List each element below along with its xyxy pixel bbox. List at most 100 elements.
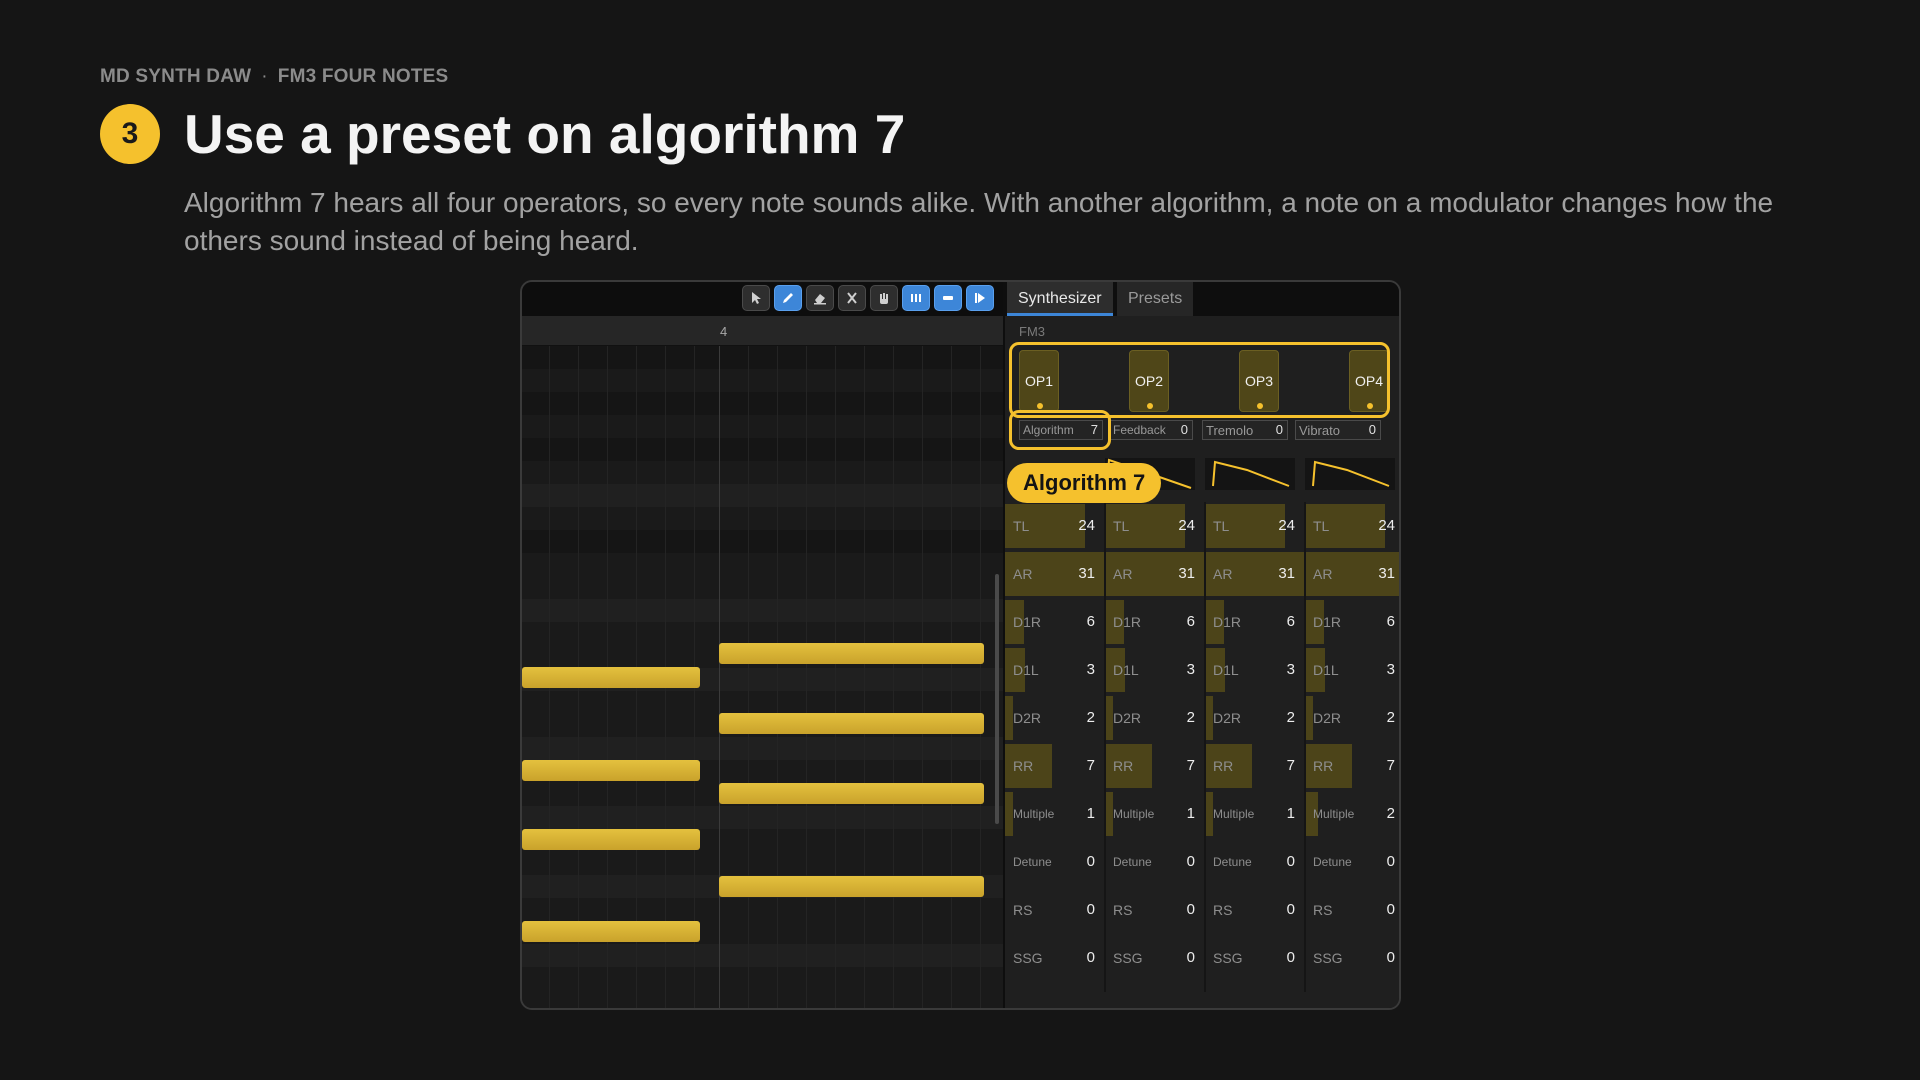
bar-number: 4 bbox=[720, 324, 728, 339]
operator-param-slider[interactable]: TL 24 bbox=[1305, 502, 1399, 550]
operator-param-slider[interactable]: D1R 6 bbox=[1305, 598, 1399, 646]
note-block[interactable] bbox=[719, 643, 984, 664]
step-number-badge: 3 bbox=[100, 104, 160, 164]
operator-param-slider[interactable]: AR 31 bbox=[1105, 550, 1205, 598]
tab-presets[interactable]: Presets bbox=[1117, 282, 1194, 316]
grid-line bbox=[864, 346, 865, 1008]
operator-param-slider[interactable]: RS 0 bbox=[1005, 886, 1105, 934]
param-name: D2R bbox=[1013, 710, 1042, 726]
eraser-tool-button[interactable] bbox=[806, 285, 834, 311]
operator-param-slider[interactable]: Multiple 1 bbox=[1105, 790, 1205, 838]
param-level-fill bbox=[1105, 792, 1113, 836]
vibrato-field[interactable]: Vibrato 0 bbox=[1295, 420, 1381, 440]
piano-roll: 4 bbox=[522, 282, 1003, 1008]
operator-param-slider[interactable]: RS 0 bbox=[1305, 886, 1399, 934]
grid-line bbox=[893, 346, 894, 1008]
operator-param-slider[interactable]: Detune 0 bbox=[1105, 838, 1205, 886]
grid-snap-button[interactable] bbox=[902, 285, 930, 311]
operator-param-slider[interactable]: AR 31 bbox=[1005, 550, 1105, 598]
operator-param-slider[interactable]: TL 24 bbox=[1105, 502, 1205, 550]
tremolo-field[interactable]: Tremolo 0 bbox=[1202, 420, 1288, 440]
operator-param-slider[interactable]: SSG 0 bbox=[1205, 934, 1305, 982]
operator-param-slider[interactable]: AR 31 bbox=[1305, 550, 1399, 598]
operator-param-slider[interactable]: RR 7 bbox=[1005, 742, 1105, 790]
param-value: 0 bbox=[1286, 901, 1295, 918]
play-button[interactable] bbox=[966, 285, 994, 311]
param-value: 2 bbox=[1086, 709, 1095, 726]
param-value: 0 bbox=[1368, 422, 1376, 437]
key-row bbox=[522, 530, 1003, 553]
key-row bbox=[522, 599, 1003, 622]
operator-param-slider[interactable]: RS 0 bbox=[1105, 886, 1205, 934]
operator-param-slider[interactable]: AR 31 bbox=[1205, 550, 1305, 598]
feedback-field[interactable]: Feedback 0 bbox=[1109, 420, 1193, 440]
operator-param-slider[interactable]: SSG 0 bbox=[1305, 934, 1399, 982]
operator-param-slider[interactable]: TL 24 bbox=[1005, 502, 1105, 550]
param-name: D2R bbox=[1313, 710, 1342, 726]
note-block[interactable] bbox=[719, 783, 984, 804]
note-block[interactable] bbox=[719, 713, 984, 734]
operator-param-slider[interactable]: D1L 3 bbox=[1005, 646, 1105, 694]
param-level-fill bbox=[1205, 696, 1213, 740]
cut-tool-button[interactable] bbox=[838, 285, 866, 311]
param-name: Detune bbox=[1113, 855, 1152, 869]
hand-tool-button[interactable] bbox=[870, 285, 898, 311]
param-name: RS bbox=[1013, 902, 1033, 918]
param-value: 31 bbox=[1278, 565, 1295, 582]
param-name: SSG bbox=[1113, 950, 1143, 966]
operator-param-slider[interactable]: RR 7 bbox=[1105, 742, 1205, 790]
param-value: 0 bbox=[1086, 901, 1095, 918]
param-value: 1 bbox=[1286, 805, 1295, 822]
operator-param-slider[interactable]: D1R 6 bbox=[1105, 598, 1205, 646]
param-value: 0 bbox=[1286, 853, 1295, 870]
param-name: RR bbox=[1213, 758, 1234, 774]
operator-param-slider[interactable]: Detune 0 bbox=[1005, 838, 1105, 886]
param-level-fill bbox=[1205, 792, 1213, 836]
param-value: 24 bbox=[1278, 517, 1295, 534]
operator-param-slider[interactable]: D2R 2 bbox=[1305, 694, 1399, 742]
note-grid[interactable] bbox=[522, 346, 1003, 1008]
operator-param-slider[interactable]: Multiple 2 bbox=[1305, 790, 1399, 838]
param-name: D2R bbox=[1113, 710, 1142, 726]
note-block[interactable] bbox=[719, 876, 984, 897]
note-length-button[interactable] bbox=[934, 285, 962, 311]
operator-param-slider[interactable]: D1L 3 bbox=[1305, 646, 1399, 694]
operator-param-slider[interactable]: Detune 0 bbox=[1205, 838, 1305, 886]
operator-param-slider[interactable]: D2R 2 bbox=[1005, 694, 1105, 742]
tab-synthesizer[interactable]: Synthesizer bbox=[1007, 282, 1113, 316]
operator-param-slider[interactable]: D2R 2 bbox=[1205, 694, 1305, 742]
param-name: TL bbox=[1113, 518, 1130, 534]
param-value: 6 bbox=[1086, 613, 1095, 630]
cut-icon bbox=[847, 292, 857, 304]
operator-param-slider[interactable]: D1R 6 bbox=[1005, 598, 1105, 646]
note-block[interactable] bbox=[522, 829, 700, 850]
operator-param-slider[interactable]: SSG 0 bbox=[1105, 934, 1205, 982]
operator-param-slider[interactable]: D1R 6 bbox=[1205, 598, 1305, 646]
bar-line bbox=[719, 346, 720, 1008]
operator-param-slider[interactable]: Multiple 1 bbox=[1005, 790, 1105, 838]
operator-param-slider[interactable]: SSG 0 bbox=[1005, 934, 1105, 982]
note-block[interactable] bbox=[522, 921, 700, 942]
vertical-scrollbar[interactable] bbox=[995, 574, 999, 824]
param-value: 6 bbox=[1386, 613, 1395, 630]
key-row bbox=[522, 392, 1003, 415]
grid-line bbox=[951, 346, 952, 1008]
note-block[interactable] bbox=[522, 667, 700, 688]
operator-param-slider[interactable]: RS 0 bbox=[1205, 886, 1305, 934]
operator-param-slider[interactable]: Multiple 1 bbox=[1205, 790, 1305, 838]
timeline-ruler[interactable]: 4 bbox=[522, 316, 1003, 346]
operator-param-slider[interactable]: D2R 2 bbox=[1105, 694, 1205, 742]
note-block[interactable] bbox=[522, 760, 700, 781]
operator-param-slider[interactable]: D1L 3 bbox=[1205, 646, 1305, 694]
pencil-icon bbox=[783, 293, 793, 303]
pointer-tool-button[interactable] bbox=[742, 285, 770, 311]
param-level-fill bbox=[1305, 696, 1313, 740]
operator-param-slider[interactable]: TL 24 bbox=[1205, 502, 1305, 550]
param-value: 0 bbox=[1186, 901, 1195, 918]
envelope-preview bbox=[1205, 458, 1295, 490]
operator-param-slider[interactable]: D1L 3 bbox=[1105, 646, 1205, 694]
pencil-tool-button[interactable] bbox=[774, 285, 802, 311]
operator-param-slider[interactable]: Detune 0 bbox=[1305, 838, 1399, 886]
operator-param-slider[interactable]: RR 7 bbox=[1205, 742, 1305, 790]
operator-param-slider[interactable]: RR 7 bbox=[1305, 742, 1399, 790]
